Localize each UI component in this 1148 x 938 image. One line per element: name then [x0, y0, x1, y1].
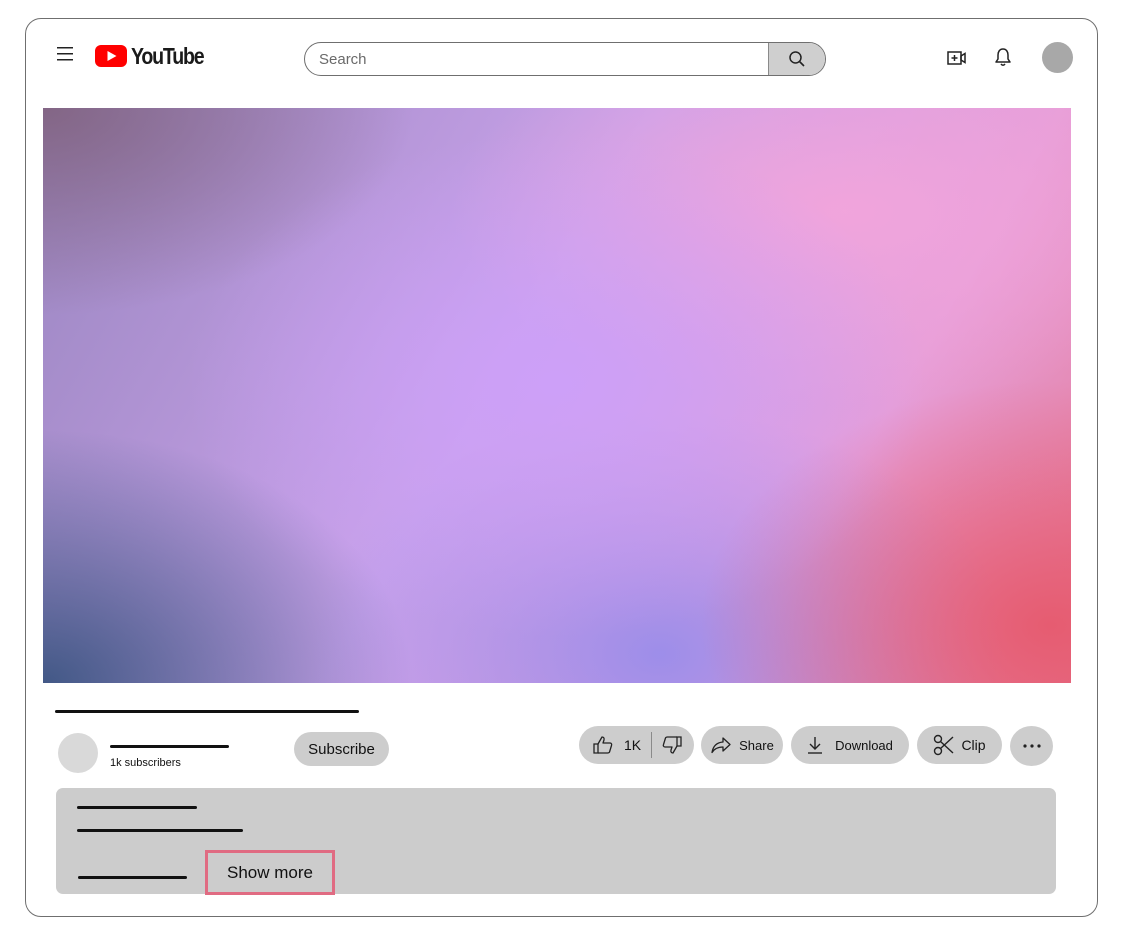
subscribe-button[interactable]: Subscribe: [294, 732, 389, 766]
download-button[interactable]: Download: [791, 726, 909, 764]
menu-icon[interactable]: [56, 46, 76, 62]
like-count: 1K: [624, 737, 642, 753]
video-title-placeholder: [55, 710, 359, 713]
create-video-icon[interactable]: [946, 48, 968, 68]
bell-icon[interactable]: [993, 46, 1013, 68]
description-line-placeholder: [78, 876, 187, 879]
search-icon: [788, 50, 806, 68]
share-icon: [710, 736, 732, 754]
search-input[interactable]: [305, 43, 768, 75]
download-label: Download: [835, 737, 893, 753]
like-dislike-group: 1K: [579, 726, 694, 764]
thumbs-up-icon: [592, 735, 614, 755]
search-bar: [304, 42, 826, 76]
account-avatar[interactable]: [1042, 42, 1073, 73]
video-player[interactable]: [43, 108, 1071, 683]
share-button[interactable]: Share: [701, 726, 783, 764]
like-button[interactable]: 1K: [592, 735, 641, 755]
scissors-icon: [933, 734, 955, 756]
thumbs-down-icon: [661, 735, 683, 755]
more-horizontal-icon: [1022, 744, 1041, 748]
youtube-logo[interactable]: YouTube: [95, 42, 216, 70]
youtube-play-icon: [95, 45, 127, 67]
more-actions-button[interactable]: [1010, 726, 1053, 766]
description-line-placeholder: [77, 829, 243, 832]
download-icon: [807, 736, 823, 754]
channel-name-placeholder[interactable]: [110, 745, 229, 748]
subscriber-count: 1k subscribers: [110, 757, 181, 769]
channel-avatar[interactable]: [58, 733, 98, 773]
like-divider: [651, 732, 653, 758]
clip-button[interactable]: Clip: [917, 726, 1002, 764]
show-more-button[interactable]: Show more: [205, 850, 335, 895]
dislike-button[interactable]: [661, 735, 683, 755]
clip-label: Clip: [961, 737, 986, 753]
search-button[interactable]: [768, 43, 825, 75]
youtube-logo-text: YouTube: [131, 42, 205, 69]
share-label: Share: [739, 737, 774, 753]
description-line-placeholder: [77, 806, 197, 809]
